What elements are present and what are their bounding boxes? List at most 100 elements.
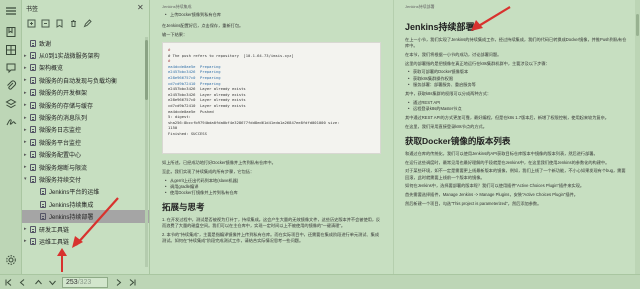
- page-icon: [30, 76, 36, 84]
- first-page-icon[interactable]: [4, 278, 13, 287]
- paragraph: 这里的部署指的是把镜像在真正地运行在k8s集群机群中，主要涉及以下步骤：: [405, 60, 550, 66]
- left-toolbar: [0, 0, 22, 289]
- chevron-right-icon[interactable]: ▸: [24, 65, 29, 71]
- bookmark-icon[interactable]: [5, 26, 17, 38]
- chevron-right-icon[interactable]: ▸: [24, 238, 29, 244]
- document-scrollbar-thumb[interactable]: [636, 14, 639, 36]
- chevron-right-icon[interactable]: ▸: [24, 53, 29, 59]
- annotation-icon[interactable]: [5, 62, 17, 74]
- bookmark-label: 致谢: [39, 41, 52, 48]
- page-icon: [30, 101, 36, 109]
- page-left: Jenkins持续集成 上传Docker镜像到私有仓库 在Jenkins配置好后…: [150, 0, 391, 274]
- page-header: Jenkins持续集成: [162, 4, 192, 9]
- bookmark-item[interactable]: ▸ 从0到1实战微服务架构: [22, 49, 149, 61]
- chevron-right-icon[interactable]: ▸: [24, 152, 29, 158]
- bookmark-item[interactable]: ▸ 微服务的开发框架: [22, 87, 149, 99]
- thumbnail-icon[interactable]: [5, 44, 17, 56]
- bookmark-item[interactable]: ▾ 微服务持续交付: [22, 173, 149, 185]
- paragraph: 在Jenkins配置好后，点击保存，重新打包。: [162, 23, 244, 29]
- paragraph: 首先需要选择插件，Manage Jenkins -> Manage Plugin…: [405, 191, 578, 197]
- page-icon: [30, 138, 36, 146]
- page-icon: [30, 126, 36, 134]
- chevron-down-icon[interactable]: ▾: [24, 176, 29, 182]
- bookmark-item[interactable]: 致谢: [22, 37, 149, 49]
- bookmark-item[interactable]: ▸ 架构概览: [22, 62, 149, 74]
- page-icon: [30, 114, 36, 122]
- bookmark-label: 微服务持续交付: [39, 177, 82, 184]
- paragraph: 1. 在开发过程中，测试是否被视为打补丁，持续集成。这会产生大量的无效镜像文件，…: [162, 217, 381, 229]
- panel-tools: [22, 16, 149, 30]
- bookmark-label: 研发工具链: [39, 227, 70, 234]
- paragraph: 如何在Jenkins中，选择要部署的版本呢？我们可以使用插件"Active Ch…: [405, 183, 585, 189]
- section-heading: 拓展与思考: [162, 202, 205, 213]
- code-block: # # The push refers to repository [10.1.6…: [162, 42, 381, 155]
- close-panel-icon[interactable]: ✕: [137, 4, 145, 12]
- page-icon: [30, 163, 36, 171]
- page-current[interactable]: 253: [66, 279, 78, 286]
- chevron-right-icon[interactable]: ▸: [24, 102, 29, 108]
- layers-icon[interactable]: [5, 98, 17, 110]
- last-page-icon[interactable]: [128, 278, 137, 287]
- chevron-right-icon[interactable]: ▸: [24, 164, 29, 170]
- chevron-right-icon[interactable]: ▸: [24, 77, 29, 83]
- page-number-input[interactable]: 253/323: [62, 277, 108, 288]
- scroll-down-icon[interactable]: [48, 278, 57, 287]
- bookmark-item[interactable]: ▸ 微服务的消息队列: [22, 111, 149, 123]
- add-bookmark-icon[interactable]: [55, 19, 64, 28]
- page-divider: [393, 0, 394, 274]
- chevron-right-icon[interactable]: ▸: [24, 90, 29, 96]
- panel-scrollbar-thumb[interactable]: [145, 40, 148, 100]
- page-icon: [40, 213, 46, 221]
- paragraph: 至此，我们实现了持续集成的所有步骤，它包括：: [162, 168, 255, 174]
- chevron-right-icon[interactable]: ▸: [24, 226, 29, 232]
- bookmark-label: 微服务平台监控: [39, 140, 82, 147]
- page-icon: [30, 175, 36, 183]
- status-bar: 253/323: [0, 274, 640, 289]
- bookmark-item[interactable]: ▸ 微服务平台监控: [22, 136, 149, 148]
- paragraph: 在本节，我们将根据一小节的成功，讨论部署问题。: [405, 51, 502, 57]
- chevron-right-icon[interactable]: ▸: [24, 115, 29, 121]
- rename-bookmark-icon[interactable]: [83, 18, 92, 28]
- list-item: 服务部署：部署服务、重启服务等: [405, 82, 629, 88]
- bookmark-item[interactable]: ▸ 微服务日志监控: [22, 124, 149, 136]
- page-icon: [30, 225, 36, 233]
- paragraph: 其中通过REST API的方式更加可靠，最好编程，但是在k8s 1.7版本后，新…: [405, 115, 609, 121]
- list-item: 远程登录k8s的Master节点: [405, 106, 629, 112]
- panel-header: 书签: [22, 0, 149, 16]
- bookmark-label: 微服务的存储与缓存: [39, 103, 94, 110]
- bookmark-item[interactable]: ▸ 微服务的自动发现与负载均衡: [22, 74, 149, 86]
- page-icon: [30, 64, 36, 72]
- paragraph: 2. 本节的"持续集成"，主要是指编译镜像并上传到私有仓库。而在实际项目中，还需…: [162, 232, 380, 244]
- section-heading: 获取Docker镜像的版本列表: [405, 135, 511, 146]
- page-icon: [30, 89, 36, 97]
- chevron-right-icon[interactable]: ▸: [24, 139, 29, 145]
- next-page-icon[interactable]: [114, 278, 123, 287]
- paragraph: 在运行这些调度时，最常见用也最好理解的手段就是在Jenkins中，在这里我们使用…: [405, 159, 610, 165]
- attachment-icon[interactable]: [5, 80, 17, 92]
- scroll-up-icon[interactable]: [34, 278, 43, 287]
- collapse-all-icon[interactable]: [41, 19, 50, 28]
- bookmark-item[interactable]: ▸ 微服务的存储与缓存: [22, 99, 149, 111]
- document-view: Jenkins持续集成 上传Docker镜像到私有仓库 在Jenkins配置好后…: [150, 0, 640, 274]
- page-total: /323: [77, 279, 92, 286]
- settings-icon[interactable]: [5, 254, 17, 266]
- expand-all-icon[interactable]: [27, 19, 36, 28]
- chevron-right-icon[interactable]: ▸: [24, 127, 29, 133]
- menu-icon[interactable]: [5, 5, 17, 17]
- paragraph: 然后新建一个项目，勾选"This project is parameterize…: [405, 200, 542, 206]
- bookmark-label: 运维工具链: [39, 239, 70, 246]
- bookmark-item[interactable]: ▸ 微服务熔断与限流: [22, 161, 149, 173]
- paragraph: 对于某些环境，如不一定是需要更上线最新版本的镜像，例如，我们上线了一个新功能，不…: [405, 168, 626, 180]
- annotation-arrow: [471, 6, 511, 31]
- document-scrollbar-track[interactable]: [635, 0, 640, 274]
- page-icon: [40, 200, 46, 208]
- previous-page-icon[interactable]: [18, 278, 27, 287]
- annotation-arrow: [72, 197, 119, 248]
- page-title: Jenkins持续部署: [405, 22, 475, 32]
- bookmark-item[interactable]: ▸ 微服务配置中心: [22, 149, 149, 161]
- page-icon: [40, 188, 46, 196]
- delete-bookmark-icon[interactable]: [69, 19, 78, 28]
- signature-icon[interactable]: [5, 116, 17, 128]
- paragraph: 和通过仓库的传统化，我们可以使用Jenkins的API获取目标仓库版本中镜像的版…: [405, 150, 598, 156]
- code-line: Finished: SUCCESS: [168, 131, 207, 137]
